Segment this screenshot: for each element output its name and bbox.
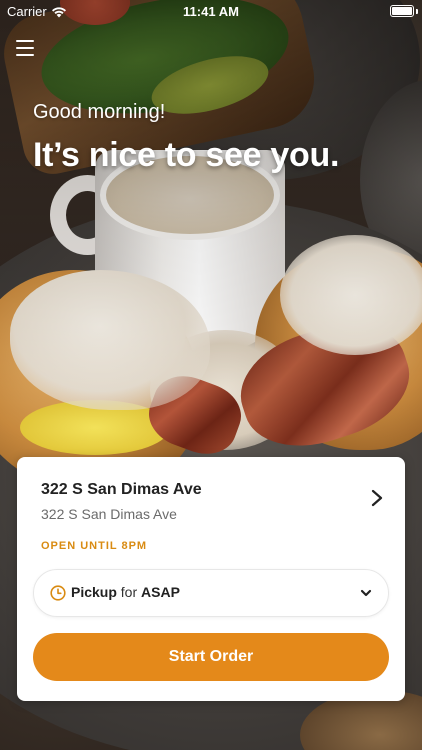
location-selector[interactable]: 322 S San Dimas Ave 322 S San Dimas Ave [17, 457, 405, 533]
battery-fill [392, 7, 412, 15]
menu-line [16, 40, 34, 42]
status-time: 11:41 AM [183, 4, 239, 19]
chevron-right-icon [371, 489, 383, 507]
hamburger-menu-icon[interactable] [16, 40, 34, 56]
greeting-text: Good morning! [33, 101, 166, 123]
order-mode-label: Pickup [71, 584, 117, 600]
hours-label: OPEN UNTIL 8PM [41, 540, 148, 552]
location-address: 322 S San Dimas Ave [41, 506, 177, 522]
connector-text: for [120, 584, 138, 600]
menu-line [16, 47, 34, 49]
order-card: 322 S San Dimas Ave 322 S San Dimas Ave … [17, 457, 405, 701]
start-order-button[interactable]: Start Order [33, 633, 389, 681]
order-time-label: ASAP [141, 584, 180, 600]
clock-icon [50, 585, 66, 601]
status-bar: Carrier 11:41 AM [0, 0, 422, 24]
battery-icon [390, 5, 414, 17]
pickup-summary: Pickup for ASAP [71, 584, 180, 600]
location-name: 322 S San Dimas Ave [41, 481, 202, 498]
chevron-down-icon [360, 589, 372, 597]
pickup-time-dropdown[interactable]: Pickup for ASAP [33, 569, 389, 617]
menu-line [16, 54, 34, 56]
headline-text: It’s nice to see you. [33, 136, 340, 174]
order-mode-connector: for [121, 584, 141, 600]
battery-tip [416, 9, 418, 14]
